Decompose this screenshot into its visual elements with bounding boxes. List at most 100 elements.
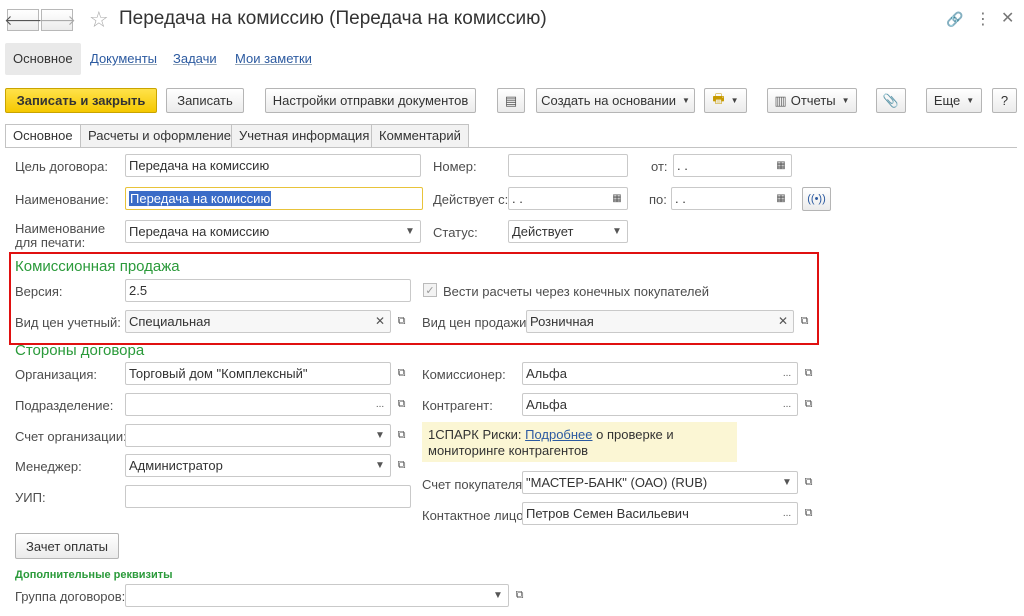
valid-from-field[interactable]: . . ▦ [508,187,628,210]
end-buyers-label: Вести расчеты через конечных покупателей [443,284,709,299]
manager-label: Менеджер: [15,459,82,474]
tab-tasks[interactable]: Задачи [165,43,225,75]
number-field[interactable] [508,154,628,177]
open-icon[interactable]: ⧉ [392,454,411,477]
save-button[interactable]: Записать [166,88,244,113]
help-button[interactable]: ? [992,88,1017,113]
counterparty-field[interactable]: Альфа ... [522,393,798,416]
from-label: от: [651,159,668,174]
more-vertical-icon[interactable]: ⋮ [975,9,991,29]
parties-section-title: Стороны договора [15,342,145,359]
acc-price-field[interactable]: Специальная ✕ [125,310,391,333]
open-icon[interactable]: ⧉ [392,424,411,447]
payment-offset-button[interactable]: Зачет оплаты [15,533,119,559]
spark-prefix: 1СПАРК Риски: [428,427,526,442]
open-icon[interactable]: ⧉ [510,584,529,607]
from-date-field[interactable]: . . ▦ [673,154,792,177]
contact-field[interactable]: Петров Семен Васильевич ... [522,502,798,525]
uip-field[interactable] [125,485,411,508]
buyer-account-value: "МАСТЕР-БАНК" (ОАО) (RUB) [526,475,708,490]
create-based-label: Создать на основании [541,93,676,108]
manager-value: Администратор [129,458,223,473]
forward-button[interactable]: 🡒 [38,9,76,31]
open-icon[interactable]: ⧉ [799,502,818,525]
open-icon[interactable]: ⧉ [392,393,411,416]
arrow-left-icon: 🡐 [4,11,42,28]
valid-to-field[interactable]: . . ▦ [671,187,792,210]
status-select[interactable]: Действует ▼ [508,220,628,243]
account-select[interactable]: ▼ [125,424,391,447]
contract-group-label: Группа договоров: [15,589,126,604]
org-label: Организация: [15,367,98,382]
version-label: Версия: [15,284,63,299]
select-ellipsis-icon[interactable]: ... [778,503,796,524]
star-icon[interactable]: ☆ [89,7,109,33]
sale-price-label: Вид цен продажи: [422,315,531,330]
link-icon[interactable]: 🔗 [946,11,963,28]
manager-select[interactable]: Администратор ▼ [125,454,391,477]
calendar-icon[interactable]: ▦ [608,188,626,209]
form-tab-comment[interactable]: Комментарий [371,124,469,147]
print-menu-button[interactable]: 🖶 ▼ [704,88,747,113]
chevron-down-icon[interactable]: ▼ [489,585,507,606]
document-icon-button[interactable]: ▤ [497,88,525,113]
extra-section-title: Дополнительные реквизиты [15,569,173,581]
validity-settings-button[interactable]: ((•)) [802,187,831,211]
select-ellipsis-icon[interactable]: ... [778,363,796,384]
counterparty-label: Контрагент: [422,398,493,413]
commissioner-field[interactable]: Альфа ... [522,362,798,385]
document-icon: ▤ [504,92,518,108]
to-label: по: [649,192,667,207]
acc-price-value: Специальная [129,314,211,329]
end-buyers-checkbox[interactable]: ✓ [423,283,437,297]
buyer-account-select[interactable]: "МАСТЕР-БАНК" (ОАО) (RUB) ▼ [522,471,798,494]
chevron-down-icon: ▼ [966,96,975,105]
more-button[interactable]: Еще ▼ [926,88,982,113]
clear-icon[interactable]: ✕ [774,311,792,332]
commission-section-title: Комиссионная продажа [15,258,180,275]
back-button[interactable]: 🡐 [4,9,42,31]
chevron-down-icon[interactable]: ▼ [371,425,389,446]
version-field[interactable]: 2.5 [125,279,411,302]
send-settings-button[interactable]: Настройки отправки документов [265,88,476,113]
tab-notes[interactable]: Мои заметки [227,43,320,75]
attach-button[interactable]: 📎 [876,88,906,113]
contract-group-select[interactable]: ▼ [125,584,509,607]
chevron-down-icon[interactable]: ▼ [371,455,389,476]
open-icon[interactable]: ⧉ [392,362,411,385]
tab-main[interactable]: Основное [5,43,81,75]
name-field[interactable]: Передача на комиссию [125,187,423,210]
form-tab-accounting[interactable]: Учетная информация [231,124,378,147]
org-field[interactable]: Торговый дом "Комплексный" [125,362,391,385]
open-icon[interactable]: ⧉ [799,393,818,416]
reports-button[interactable]: ▥ Отчеты ▼ [767,88,857,113]
name-value: Передача на комиссию [129,191,272,206]
open-icon[interactable]: ⧉ [392,310,411,333]
commissioner-value: Альфа [526,366,567,381]
save-close-button[interactable]: Записать и закрыть [5,88,157,113]
chevron-down-icon: ▼ [730,96,739,105]
status-value: Действует [512,224,574,239]
reports-label: Отчеты [790,93,836,108]
calendar-icon[interactable]: ▦ [772,188,790,209]
form-tab-calculations[interactable]: Расчеты и оформление [80,124,239,147]
select-ellipsis-icon[interactable]: ... [778,394,796,415]
select-ellipsis-icon[interactable]: ... [371,394,389,415]
print-name-field[interactable]: Передача на комиссию ▼ [125,220,421,243]
chevron-down-icon[interactable]: ▼ [608,221,626,242]
open-icon[interactable]: ⧉ [799,471,818,494]
open-icon[interactable]: ⧉ [795,310,814,333]
chevron-down-icon[interactable]: ▼ [401,221,419,242]
open-icon[interactable]: ⧉ [799,362,818,385]
chevron-down-icon[interactable]: ▼ [778,472,796,493]
close-icon[interactable]: ✕ [1001,8,1014,28]
calendar-icon[interactable]: ▦ [772,155,790,176]
create-based-button[interactable]: Создать на основании ▼ [536,88,695,113]
dept-field[interactable]: ... [125,393,391,416]
goal-field[interactable]: Передача на комиссию [125,154,421,177]
form-tab-main[interactable]: Основное [5,124,81,148]
tab-documents[interactable]: Документы [82,43,165,75]
clear-icon[interactable]: ✕ [371,311,389,332]
spark-more-link[interactable]: Подробнее [525,427,592,442]
sale-price-field[interactable]: Розничная ✕ [526,310,794,333]
